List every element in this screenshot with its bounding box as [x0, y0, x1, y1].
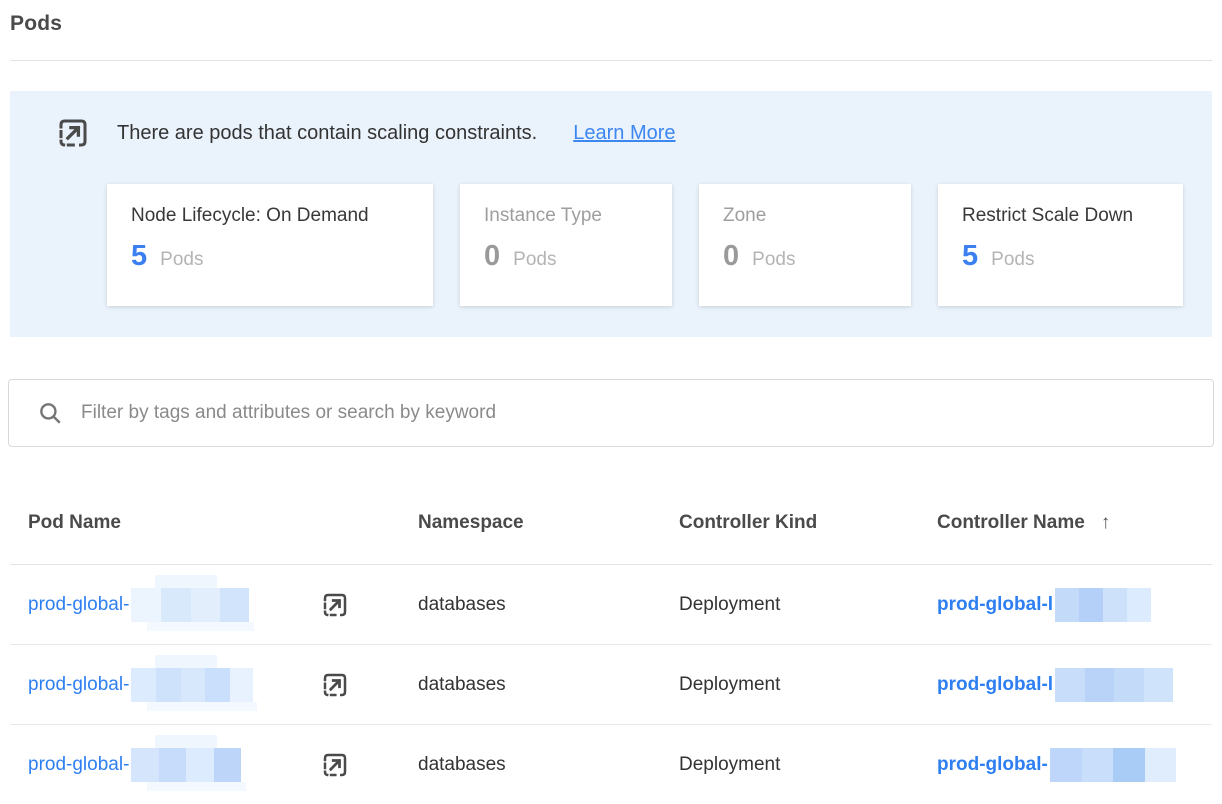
card-count-row: 0 Pods	[723, 240, 887, 273]
card-count-row: 0 Pods	[484, 240, 648, 273]
pod-name-link[interactable]: prod-global-	[28, 674, 129, 696]
constraint-card-node-lifecycle-on-demand[interactable]: Node Lifecycle: On Demand 5 Pods	[107, 184, 433, 306]
sort-asc-icon[interactable]: ↑	[1101, 512, 1111, 534]
card-unit: Pods	[752, 249, 795, 271]
filter-search-box[interactable]	[8, 379, 1214, 447]
constraint-card-zone[interactable]: Zone 0 Pods	[699, 184, 911, 306]
card-title: Instance Type	[484, 205, 648, 227]
card-count: 0	[484, 240, 500, 273]
constraint-card-restrict-scale-down[interactable]: Restrict Scale Down 5 Pods	[938, 184, 1183, 306]
pod-name-cell: prod-global-	[28, 588, 418, 622]
pods-table: Pod Name Namespace Controller Kind Controll…	[10, 447, 1212, 804]
namespace-cell: databases	[418, 754, 679, 776]
card-title: Zone	[723, 205, 887, 227]
scale-up-icon[interactable]	[320, 750, 350, 780]
controller-name-link[interactable]: prod-global-l	[937, 594, 1053, 616]
redacted-pod-name	[131, 668, 253, 702]
pod-name-cell: prod-global-	[28, 668, 418, 702]
scale-up-icon[interactable]	[320, 670, 350, 700]
pod-name-link[interactable]: prod-global-	[28, 594, 129, 616]
table-row: prod-global- databasesDeploymentprod-glo…	[10, 725, 1212, 804]
banner-message: There are pods that contain scaling cons…	[117, 122, 537, 145]
constraint-card-instance-type[interactable]: Instance Type 0 Pods	[460, 184, 672, 306]
table-header-row: Pod Name Namespace Controller Kind Controll…	[10, 447, 1212, 565]
column-label: Controller Kind	[679, 512, 817, 534]
banner-message-row: There are pods that contain scaling cons…	[55, 115, 1212, 151]
card-count: 0	[723, 240, 739, 273]
card-title: Node Lifecycle: On Demand	[131, 205, 409, 227]
redacted-controller-name	[1055, 668, 1173, 702]
controller-name-cell: prod-global-l	[937, 668, 1212, 702]
column-label: Pod Name	[28, 512, 121, 534]
scaling-constraints-banner: There are pods that contain scaling cons…	[10, 91, 1212, 337]
redacted-controller-name	[1055, 588, 1151, 622]
title-divider	[10, 60, 1212, 61]
column-header-pod-name[interactable]: Pod Name	[28, 512, 418, 534]
table-row: prod-global- databasesDeploymentprod-glo…	[10, 565, 1212, 645]
controller-name-cell: prod-global-	[937, 748, 1212, 782]
namespace-cell: databases	[418, 674, 679, 696]
controller-kind-cell: Deployment	[679, 674, 937, 696]
column-label: Namespace	[418, 512, 524, 534]
redacted-pod-name	[131, 588, 249, 622]
table-body: prod-global- databasesDeploymentprod-glo…	[10, 565, 1212, 804]
controller-name-cell: prod-global-l	[937, 588, 1212, 622]
search-icon	[37, 400, 63, 426]
card-title: Restrict Scale Down	[962, 205, 1159, 227]
scale-up-icon	[55, 115, 91, 151]
constraint-cards: Node Lifecycle: On Demand5PodsInstance T…	[107, 184, 1212, 306]
column-header-controller-name[interactable]: Controller Name ↑	[937, 512, 1212, 534]
search-input[interactable]	[81, 402, 1193, 424]
pods-page: Pods There are pods that contain scaling…	[0, 12, 1222, 804]
card-unit: Pods	[513, 249, 556, 271]
card-count-row: 5 Pods	[131, 240, 409, 273]
pod-name-link[interactable]: prod-global-	[28, 754, 129, 776]
card-unit: Pods	[160, 249, 203, 271]
column-label: Controller Name	[937, 512, 1085, 534]
card-count: 5	[962, 240, 978, 273]
pod-name-cell: prod-global-	[28, 748, 418, 782]
card-unit: Pods	[991, 249, 1034, 271]
namespace-cell: databases	[418, 594, 679, 616]
table-row: prod-global- databasesDeploymentprod-glo…	[10, 645, 1212, 725]
column-header-namespace[interactable]: Namespace	[418, 512, 679, 534]
redacted-controller-name	[1050, 748, 1176, 782]
controller-name-link[interactable]: prod-global-	[937, 754, 1048, 776]
scale-up-icon[interactable]	[320, 590, 350, 620]
controller-kind-cell: Deployment	[679, 594, 937, 616]
card-count: 5	[131, 240, 147, 273]
page-title: Pods	[10, 12, 1212, 36]
controller-name-link[interactable]: prod-global-l	[937, 674, 1053, 696]
column-header-controller-kind[interactable]: Controller Kind	[679, 512, 937, 534]
learn-more-link[interactable]: Learn More	[573, 122, 675, 145]
controller-kind-cell: Deployment	[679, 754, 937, 776]
redacted-pod-name	[131, 748, 241, 782]
card-count-row: 5 Pods	[962, 240, 1159, 273]
